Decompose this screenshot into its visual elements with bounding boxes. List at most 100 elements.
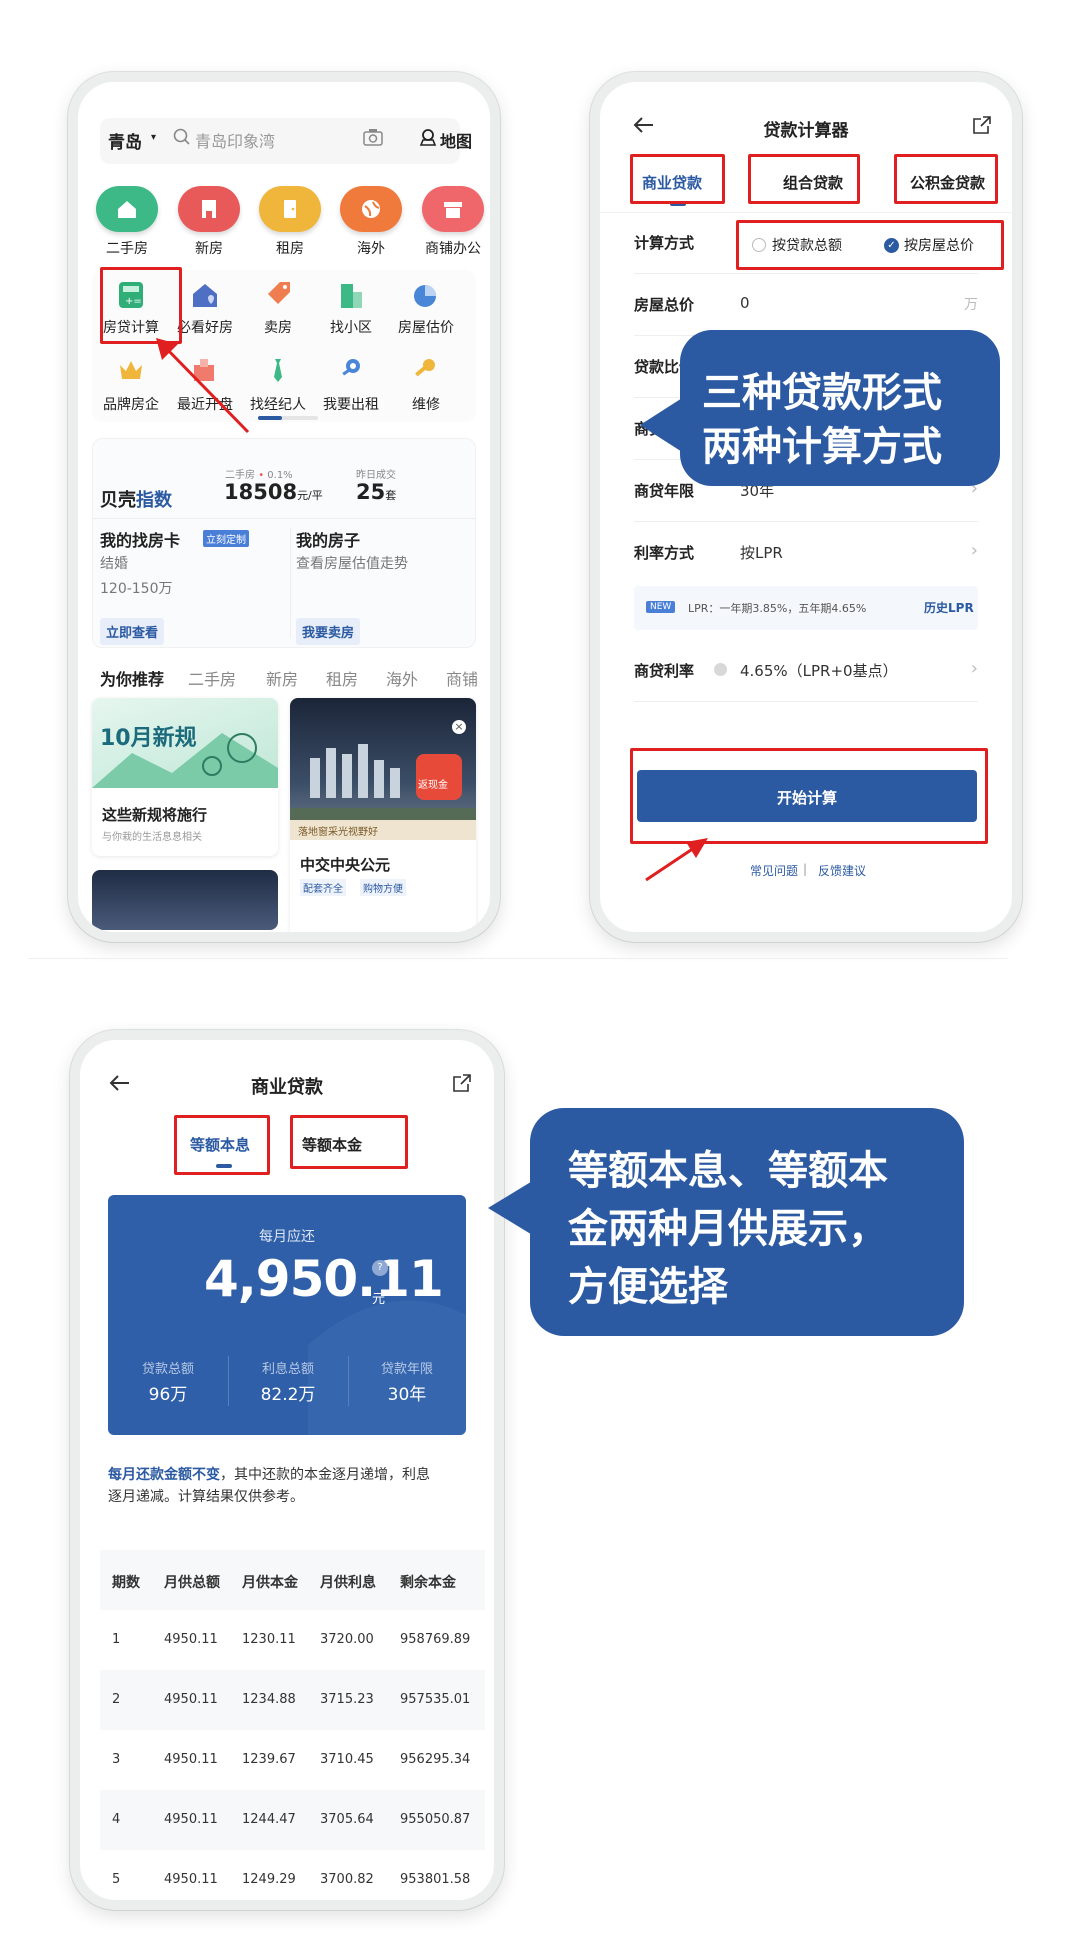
tag-icon[interactable] [264, 280, 292, 314]
city-label[interactable]: 青岛 [108, 128, 142, 153]
card-title: 我的房子 [296, 531, 361, 550]
tab-rent[interactable]: 租房 [326, 666, 358, 690]
card-line: 查看房屋估值走势 [296, 556, 408, 572]
brand-name: 贝壳 [100, 490, 136, 511]
deals-value: 25 [356, 480, 386, 504]
news-title: 这些新规将施行 [102, 806, 208, 824]
page-title: 贷款计算器 [763, 121, 849, 141]
category-label: 新房 [195, 241, 223, 257]
cell: 4 [112, 1812, 121, 1827]
tab-shop[interactable]: 商铺 [446, 666, 478, 690]
property-image: 返现金 × [290, 698, 476, 838]
index-brand: 贝壳指数 [100, 486, 172, 512]
help-icon[interactable]: ? [372, 1260, 388, 1276]
cell: 956295.34 [400, 1752, 471, 1767]
category-label: 二手房 [106, 241, 148, 257]
monthly-label: 每月应还 [259, 1229, 315, 1245]
category-shop-icon[interactable] [422, 186, 484, 232]
category-newhouse-icon[interactable] [178, 186, 240, 232]
price-value: 18508 [224, 480, 298, 504]
category-overseas-icon[interactable] [340, 186, 402, 232]
row-label: 商贷利率 [634, 662, 695, 680]
share-icon[interactable] [452, 1073, 472, 1097]
house-total-row[interactable]: 房屋总价 0 万 [634, 274, 978, 336]
divider-bar: | [803, 862, 808, 876]
camera-icon[interactable] [363, 128, 383, 150]
tab-newhouse[interactable]: 新房 [266, 666, 298, 690]
tie-icon[interactable] [264, 357, 292, 387]
close-icon[interactable]: × [452, 720, 466, 734]
monthly-unit: 元 [372, 1292, 386, 1307]
callout-repay-modes: 等额本息、等额本 金两种月供展示， 方便选择 [530, 1108, 964, 1336]
tab-overseas[interactable]: 海外 [386, 666, 418, 690]
chevron-right-icon: › [970, 540, 978, 561]
stat-label: 贷款年限 [380, 1362, 433, 1377]
property-tag: 配套齐全 [300, 879, 346, 896]
index-price: 18508元/平 [224, 480, 323, 504]
tab-recommend[interactable]: 为你推荐 [100, 666, 164, 690]
tab-secondhand[interactable]: 二手房 [188, 666, 236, 690]
share-icon[interactable] [972, 115, 992, 139]
cell: 3720.00 [320, 1632, 374, 1647]
table-row: 4 4950.11 1244.47 3705.64 955050.87 [100, 1790, 485, 1850]
search-icon [173, 128, 191, 150]
sell-house-button[interactable]: 我要卖房 [296, 618, 361, 645]
highlight-box [630, 154, 725, 204]
phone-loan-result: 商业贷款 等额本息 等额本金 每月应还 4,950.11 ? 元 贷款总额 96… [70, 1030, 504, 1910]
search-input[interactable]: 青岛印象湾 [195, 128, 275, 152]
community-icon[interactable] [337, 280, 365, 314]
highlight-box [290, 1115, 408, 1169]
chevron-right-icon: › [970, 658, 978, 679]
cell: 955050.87 [400, 1812, 471, 1827]
key-icon[interactable] [337, 357, 365, 387]
table-header: 期数 月供总额 月供本金 月供利息 剩余本金 [100, 1550, 485, 1610]
cell: 1244.47 [242, 1812, 296, 1827]
cell: 1239.67 [242, 1752, 296, 1767]
row-label: 利率方式 [634, 544, 695, 562]
history-lpr-link[interactable]: 历史LPR [924, 599, 974, 616]
category-label: 海外 [357, 241, 385, 257]
cell: 1249.29 [242, 1872, 296, 1887]
category-rent-icon[interactable] [259, 186, 321, 232]
custom-badge[interactable]: 立刻定制 [203, 530, 249, 547]
col-header: 月供本金 [242, 1575, 298, 1591]
cell: 2 [112, 1692, 121, 1707]
wrench-icon[interactable] [411, 357, 439, 387]
cell: 3700.82 [320, 1872, 374, 1887]
news-banner-text: 10月新规 [100, 726, 197, 751]
section-divider [28, 958, 1008, 959]
rate-row[interactable]: 商贷利率 4.65%（LPR+0基点） › [634, 640, 978, 702]
cell: 958769.89 [400, 1632, 471, 1647]
heart-house-icon[interactable] [190, 280, 220, 314]
house-total-input[interactable]: 0 [740, 294, 750, 312]
cashback-label: 返现金 [418, 780, 448, 791]
info-dot-icon[interactable] [714, 663, 727, 676]
tool-label: 我要出租 [323, 397, 379, 413]
callout-line: 两种计算方式 [702, 424, 942, 470]
stat-value: 96万 [148, 1385, 188, 1405]
card-line: 120-150万 [100, 581, 173, 597]
feed-card-property[interactable]: 返现金 × 落地窗采光视野好 中交中央公元 配套齐全 购物方便 [290, 698, 476, 932]
feed-card-news[interactable]: 10月新规 这些新规将施行 与你栽的生活息息相关 [92, 698, 278, 856]
crown-icon[interactable] [117, 357, 145, 387]
col-header: 剩余本金 [400, 1575, 456, 1591]
cell: 957535.01 [400, 1692, 471, 1707]
cell: 4950.11 [164, 1632, 218, 1647]
view-now-button[interactable]: 立即查看 [100, 618, 165, 645]
rate-method-value[interactable]: 按LPR [740, 542, 783, 563]
map-button[interactable]: 地图 [440, 128, 472, 152]
pie-chart-icon[interactable] [411, 280, 439, 314]
feed-card-image[interactable] [92, 870, 278, 930]
feedback-link[interactable]: 反馈建议 [818, 862, 866, 879]
category-secondhand-icon[interactable] [96, 186, 158, 232]
faq-link[interactable]: 常见问题 [750, 862, 798, 879]
callout-line: 金两种月供展示， [568, 1206, 888, 1252]
tool-label: 房屋估价 [398, 320, 454, 336]
monthly-value: 4,950.11 [204, 1250, 444, 1308]
rate-method-row[interactable]: 利率方式 按LPR › [634, 522, 978, 584]
row-label: 房屋总价 [634, 296, 695, 314]
phone-home-screen: 青岛 ▾ 青岛印象湾 地图 二手房 新房 租房 海外 商铺办公 += 房贷计算 … [68, 72, 500, 942]
rate-value[interactable]: 4.65%（LPR+0基点） [740, 660, 898, 681]
table-row: 1 4950.11 1230.11 3720.00 958769.89 [100, 1610, 485, 1670]
table-row: 5 4950.11 1249.29 3700.82 953801.58 [100, 1850, 485, 1900]
